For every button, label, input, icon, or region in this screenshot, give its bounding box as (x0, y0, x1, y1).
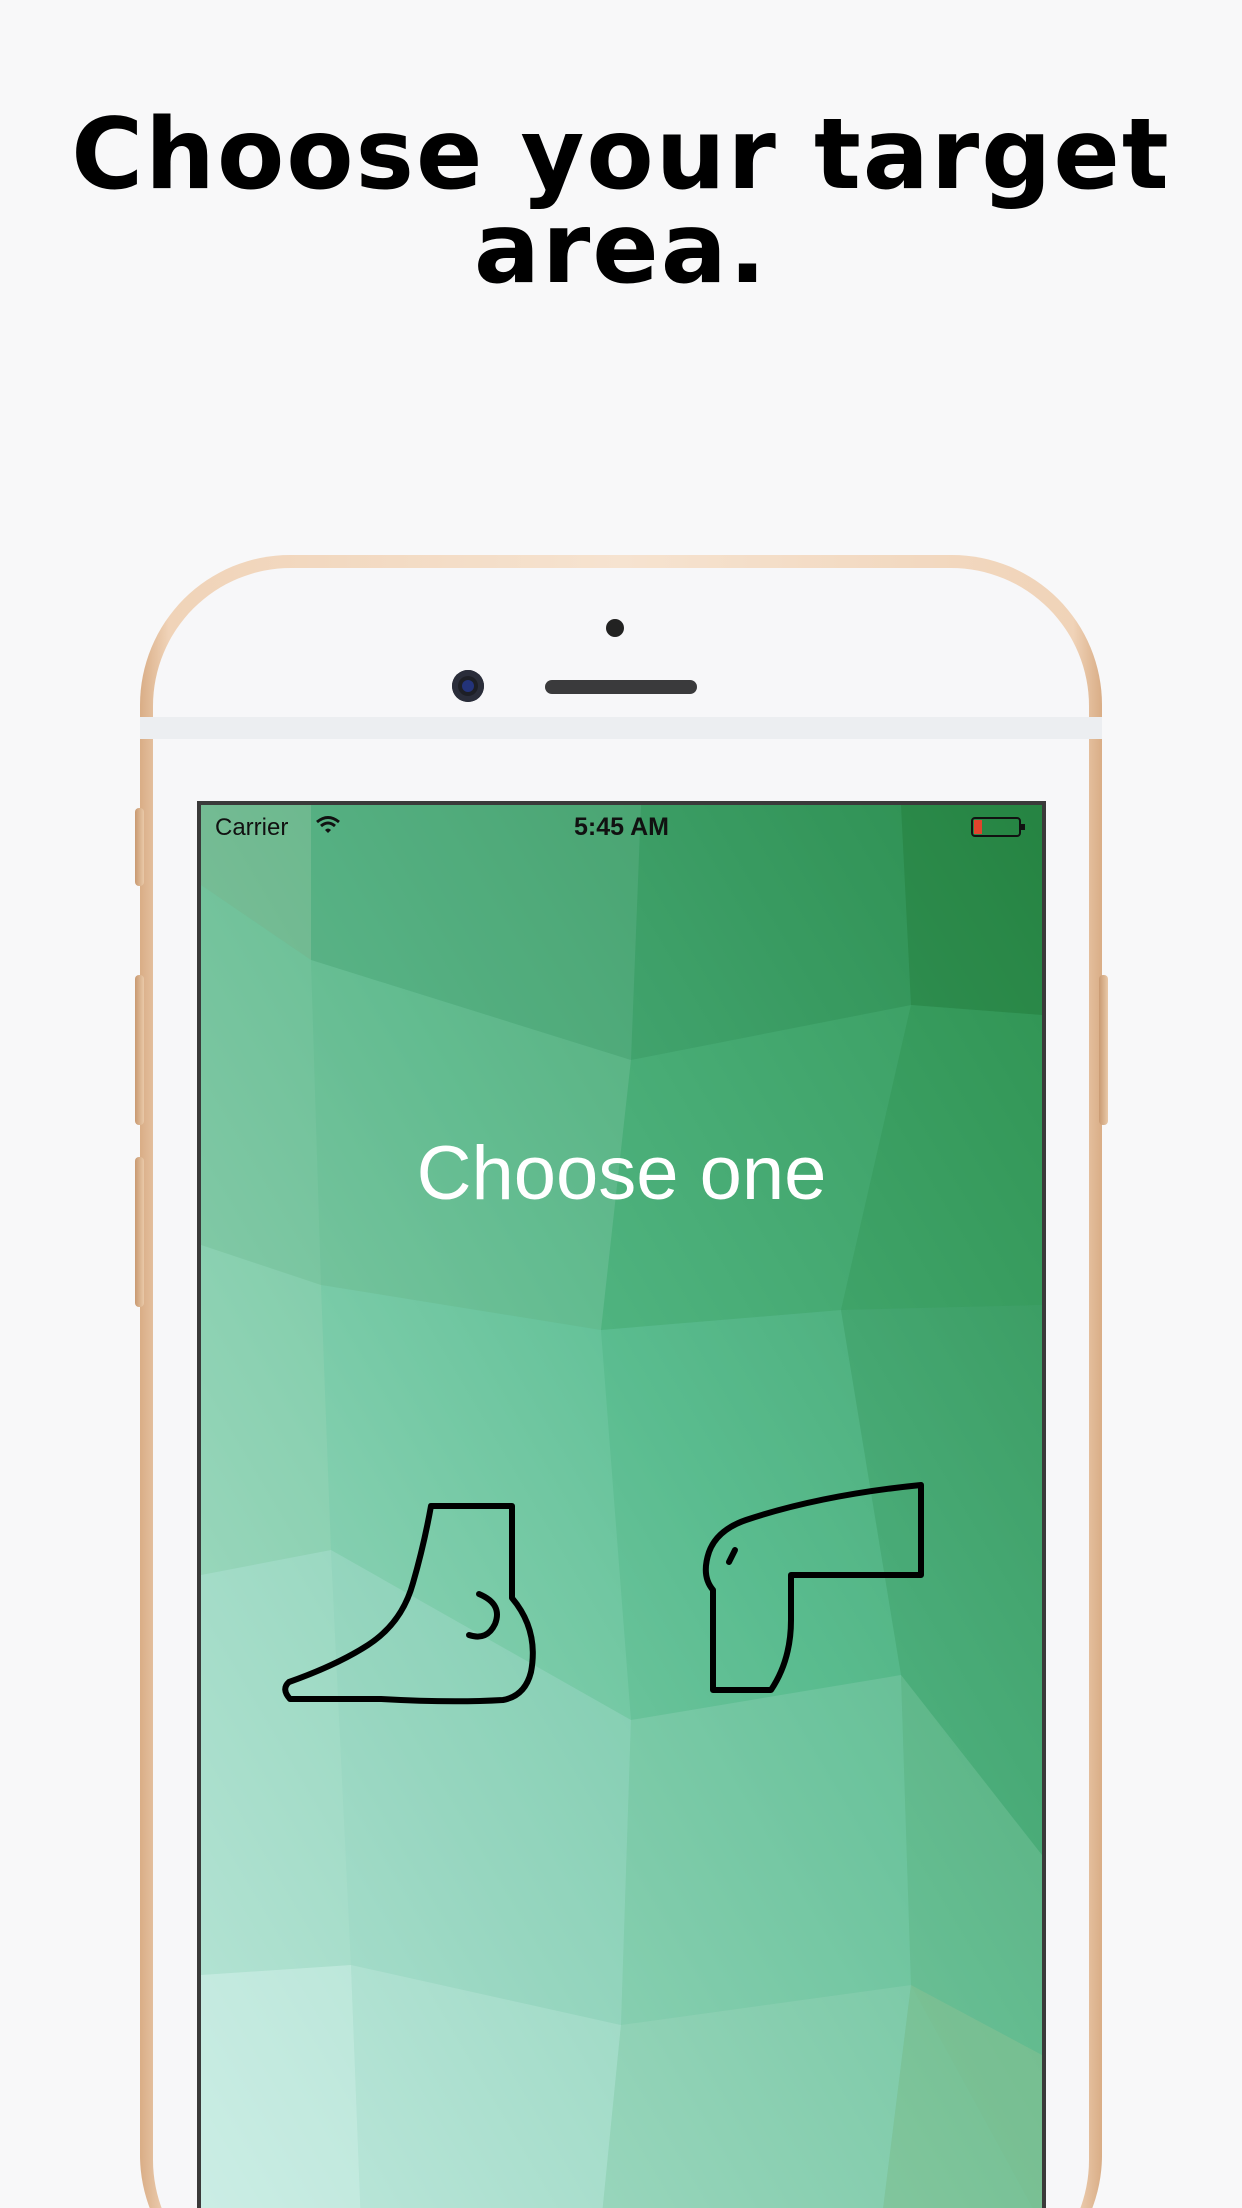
page-headline: Choose your target area. (71, 98, 1171, 306)
power-button (1099, 975, 1108, 1125)
foot-option[interactable] (281, 1475, 551, 1735)
phone-screen: Carrier 5:45 AM Choose one (197, 801, 1046, 2208)
screen-title: Choose one (416, 1131, 827, 1216)
knee-icon (702, 1482, 924, 1693)
earpiece-speaker (545, 680, 697, 694)
mute-switch (135, 808, 144, 886)
promo-page: Choose your target area. Carrier 5:45 AM… (0, 0, 1242, 2208)
antenna-band (140, 717, 1102, 739)
volume-down-button (135, 1157, 144, 1307)
front-camera (452, 670, 484, 702)
proximity-sensor (606, 619, 624, 637)
status-bar: Carrier 5:45 AM (201, 805, 1042, 843)
knee-option[interactable] (701, 1480, 931, 1740)
status-time: 5:45 AM (574, 813, 669, 841)
foot-icon (282, 1503, 536, 1705)
volume-up-button (135, 975, 144, 1125)
battery-icon (971, 817, 1025, 837)
app-screen: Carrier 5:45 AM Choose one (201, 805, 1042, 2208)
